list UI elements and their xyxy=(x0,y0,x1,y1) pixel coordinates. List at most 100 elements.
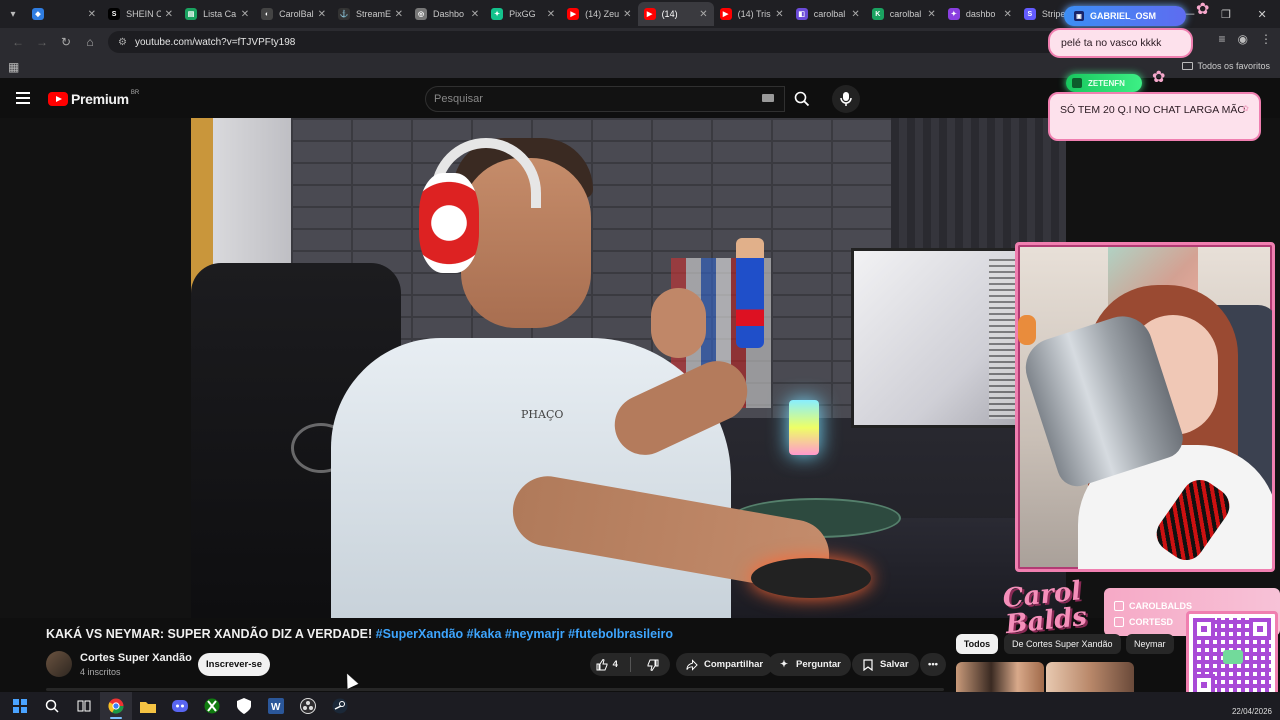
subscribe-button[interactable]: Inscrever-se xyxy=(198,653,270,676)
channel-name[interactable]: Cortes Super Xandão xyxy=(80,652,192,664)
file-explorer-icon[interactable] xyxy=(132,692,164,720)
tab-close-icon[interactable]: ✕ xyxy=(851,9,859,20)
thumbs-up-icon xyxy=(596,658,608,671)
tab-close-icon[interactable]: ✕ xyxy=(547,9,555,20)
voice-search-button[interactable] xyxy=(832,85,860,113)
obs-icon[interactable] xyxy=(292,692,324,720)
hamburger-menu-icon[interactable] xyxy=(16,92,30,104)
xbox-icon[interactable] xyxy=(196,692,228,720)
save-label: Salvar xyxy=(880,659,909,670)
back-icon[interactable]: ← xyxy=(6,30,30,54)
chip-neymar[interactable]: Neymar xyxy=(1126,634,1174,654)
like-button[interactable]: 4 xyxy=(590,653,624,676)
home-icon[interactable]: ⌂ xyxy=(78,30,102,54)
chat-username-badge: ZETENFN xyxy=(1066,74,1142,92)
tab-search-icon[interactable]: ▾ xyxy=(0,0,26,28)
video-scene-lamp xyxy=(789,400,819,455)
tab-favicon-icon: ▤ xyxy=(185,8,198,20)
browser-tab[interactable]: ✦ dashbo ✕ xyxy=(942,2,1018,26)
task-view-icon[interactable] xyxy=(68,692,100,720)
search-icon[interactable] xyxy=(36,692,68,720)
social-handle: CAROLBALDS xyxy=(1129,601,1192,611)
taskbar: W xyxy=(0,692,1280,720)
tab-title: PixGG xyxy=(509,9,536,19)
steam-icon[interactable] xyxy=(324,692,356,720)
tab-close-icon[interactable]: ✕ xyxy=(775,9,783,20)
more-actions-button[interactable]: ••• xyxy=(920,653,946,676)
browser-tab[interactable]: Kcarolbal ✕ xyxy=(866,2,942,26)
recommended-thumbnail[interactable] xyxy=(1046,662,1134,692)
browser-tab[interactable]: S SHEIN C ✕ xyxy=(102,2,179,26)
site-info-icon[interactable]: ⚙ xyxy=(118,37,127,48)
word-icon[interactable]: W xyxy=(260,692,292,720)
menu-icon[interactable]: ⋮ xyxy=(1260,32,1272,46)
taskbar-date: 22/04/2026 xyxy=(1231,707,1272,716)
video-player[interactable]: PHAÇO xyxy=(191,118,1066,618)
tab-close-icon[interactable]: ✕ xyxy=(471,9,479,20)
user-badge-icon: ▣ xyxy=(1074,11,1084,21)
tab-close-icon[interactable]: ✕ xyxy=(699,9,707,20)
media-controls-icon[interactable]: ≡ xyxy=(1219,32,1226,46)
reload-icon[interactable]: ↻ xyxy=(54,30,78,54)
mouse-cursor-icon xyxy=(341,671,359,689)
search-button[interactable] xyxy=(786,86,818,112)
like-count: 4 xyxy=(612,659,618,670)
recommended-thumbnail[interactable] xyxy=(956,662,1044,692)
browser-tab[interactable]: ◧ carolbal ✕ xyxy=(790,2,866,26)
browser-tab[interactable]: ▤ Lista Ca ✕ xyxy=(179,2,255,26)
tab-favicon-icon: ◧ xyxy=(795,8,808,20)
share-icon xyxy=(686,658,698,671)
subscriber-count: 4 inscritos xyxy=(80,667,121,677)
chat-message-text: pelé ta no vasco kkkk xyxy=(1061,37,1162,49)
video-scene-figure xyxy=(736,238,764,348)
restore-icon[interactable]: ❐ xyxy=(1221,8,1231,21)
tab-close-icon[interactable]: ✕ xyxy=(88,9,96,20)
chat-username: ZETENFN xyxy=(1088,78,1125,88)
browser-tab[interactable]: ◐ CarolBal ✕ xyxy=(255,2,332,26)
close-window-icon[interactable]: ✕ xyxy=(1257,8,1266,21)
tab-close-icon[interactable]: ✕ xyxy=(395,9,403,20)
tab-close-icon[interactable]: ✕ xyxy=(623,9,631,20)
save-button[interactable]: Salvar xyxy=(852,653,919,676)
dislike-button[interactable] xyxy=(636,653,670,676)
channel-avatar[interactable] xyxy=(46,651,72,677)
browser-tab[interactable]: ⚓ StreamE ✕ xyxy=(332,2,409,26)
chip-channel[interactable]: De Cortes Super Xandão xyxy=(1004,634,1121,654)
forward-icon[interactable]: → xyxy=(30,30,54,54)
tab-favicon-icon: ◎ xyxy=(415,8,428,20)
discord-icon[interactable] xyxy=(164,692,196,720)
youtube-logo[interactable]: Premium BR xyxy=(48,90,139,107)
profile-icon[interactable]: ◉ xyxy=(1238,32,1248,46)
url-text: youtube.com/watch?v=fTJVPFty198 xyxy=(134,36,296,48)
video-scene-mouse xyxy=(751,558,871,598)
chrome-icon[interactable] xyxy=(100,692,132,720)
tab-title: carolbal xyxy=(813,9,846,19)
browser-tab[interactable]: ◎ Dashbo ✕ xyxy=(409,2,485,26)
security-icon[interactable] xyxy=(228,692,260,720)
keyboard-icon[interactable] xyxy=(762,94,774,102)
browser-tab[interactable]: ◆ ✕ xyxy=(26,2,102,26)
url-bar[interactable]: ⚙ youtube.com/watch?v=fTJVPFty198 xyxy=(108,31,1078,53)
chip-all[interactable]: Todos xyxy=(956,634,998,654)
webcam-overlay xyxy=(1015,242,1275,572)
social-handle: CORTESD xyxy=(1129,617,1174,627)
windows-start-icon[interactable] xyxy=(4,692,36,720)
video-scene-headphone xyxy=(419,173,479,273)
browser-tab[interactable]: ▶ (14) Tris ✕ xyxy=(714,2,790,26)
tab-close-icon[interactable]: ✕ xyxy=(1003,9,1011,20)
share-button[interactable]: Compartilhar xyxy=(676,653,774,676)
qr-code xyxy=(1186,611,1278,703)
browser-tab[interactable]: ▶ (14) ✕ xyxy=(637,2,714,26)
browser-tab[interactable]: ▶ (14) Zeu ✕ xyxy=(561,2,637,26)
tab-close-icon[interactable]: ✕ xyxy=(318,9,326,20)
search-input[interactable]: Pesquisar xyxy=(425,86,785,112)
tab-close-icon[interactable]: ✕ xyxy=(927,9,935,20)
tabs-list: ◆ ✕ S SHEIN C ✕ ▤ Lista Ca ✕ ◐ CarolBal ✕ ⚓ StreamE ✕… xyxy=(26,0,1170,28)
video-hashtags[interactable]: #SuperXandão #kaka #neymarjr #futebolbra… xyxy=(376,627,673,641)
tab-close-icon[interactable]: ✕ xyxy=(165,9,173,20)
apps-grid-icon[interactable]: ▦ xyxy=(8,60,19,74)
all-bookmarks-folder[interactable]: Todos os favoritos xyxy=(1182,61,1270,71)
browser-tab[interactable]: ✦ PixGG ✕ xyxy=(485,2,561,26)
ask-button[interactable]: ✦ Perguntar xyxy=(768,653,851,676)
tab-close-icon[interactable]: ✕ xyxy=(241,9,249,20)
